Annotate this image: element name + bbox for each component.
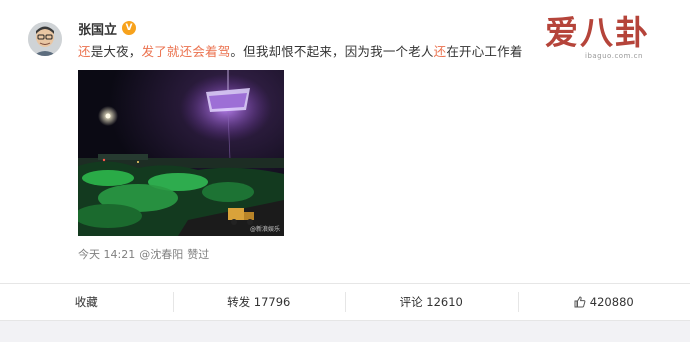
verified-badge-icon: V <box>122 21 137 35</box>
post-text-segment: 在开心工作着 <box>446 44 523 59</box>
post-photo[interactable]: @新浪娱乐 <box>78 70 284 236</box>
watermark-url: ibaguo.com.cn <box>585 52 643 60</box>
post-text-highlight: 发了就还会着驾 <box>141 44 231 59</box>
photo-watermark: @新浪娱乐 <box>249 226 280 233</box>
repost-label: 转发 17796 <box>227 295 291 309</box>
like-button[interactable]: 420880 <box>517 284 690 320</box>
comment-button[interactable]: 评论 12610 <box>345 284 518 320</box>
favorite-label: 收藏 <box>74 295 98 309</box>
post-text-highlight: 还 <box>78 44 91 59</box>
favorite-button[interactable]: 收藏 <box>0 284 173 320</box>
repost-button[interactable]: 转发 17796 <box>172 284 346 320</box>
post-meta: 今天 14:21 @沈春阳 赞过 <box>78 246 209 262</box>
post-action: 赞过 <box>187 248 210 261</box>
action-bar: 收藏 转发 17796 评论 12610 420880 <box>0 284 690 320</box>
author-name[interactable]: 张国立 <box>78 19 117 38</box>
watermark-logo: 爱八卦 <box>545 13 650 52</box>
post-text-segment: 。但我却恨不起来，因为我一个老人 <box>230 44 434 59</box>
post-text: 还是大夜，发了就还会着驾。但我却恨不起来，因为我一个老人还在开心工作着 <box>78 41 523 60</box>
like-count: 420880 <box>589 295 634 309</box>
post-text-highlight: 还 <box>433 44 447 59</box>
post-text-segment: 是大夜， <box>90 44 142 59</box>
post-source[interactable]: @沈春阳 <box>139 246 183 262</box>
author-row: 张国立 V <box>78 18 137 38</box>
post-time[interactable]: 今天 14:21 <box>78 246 135 262</box>
thumbs-up-icon <box>574 296 586 308</box>
site-watermark: 爱八卦 ibaguo.com.cn <box>545 14 673 64</box>
comment-label: 评论 12610 <box>399 295 463 309</box>
avatar[interactable] <box>28 22 62 56</box>
weibo-post: 张国立 V 还是大夜，发了就还会着驾。但我却恨不起来，因为我一个老人还在开心工作… <box>0 0 690 342</box>
bottom-bar <box>0 320 690 342</box>
